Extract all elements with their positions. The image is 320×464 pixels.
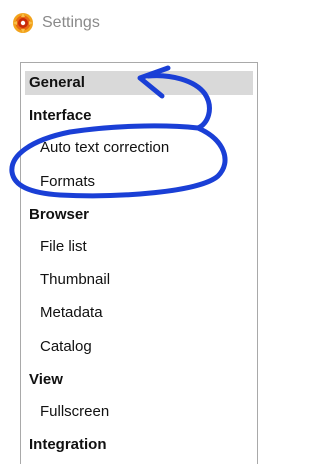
tree-item-label: Fullscreen <box>40 403 110 420</box>
tree-item-formats[interactable]: Formats <box>25 170 253 194</box>
settings-tree-panel: General Interface Auto text correction F… <box>20 62 258 464</box>
tree-item-catalog[interactable]: Catalog <box>25 335 253 359</box>
title-bar: Settings <box>0 0 264 46</box>
tree-item-fullscreen[interactable]: Fullscreen <box>25 400 253 424</box>
tree-item-file-list[interactable]: File list <box>25 235 253 259</box>
tree-item-thumbnail[interactable]: Thumbnail <box>25 268 253 292</box>
tree-item-label: Auto text correction <box>40 139 170 156</box>
tree-item-label: Integration <box>29 436 107 453</box>
settings-window: Settings General Interface Auto text cor… <box>0 0 264 464</box>
tree-item-label: Metadata <box>40 304 103 321</box>
tree-item-metadata[interactable]: Metadata <box>25 301 253 325</box>
tree-item-label: Browser <box>29 206 90 223</box>
tree-item-general[interactable]: General <box>25 71 253 95</box>
tree-item-interface[interactable]: Interface <box>25 104 253 128</box>
tree-item-label: View <box>29 371 63 388</box>
tree-item-label: General <box>29 74 85 91</box>
window-title: Settings <box>42 14 100 31</box>
tree-item-browser[interactable]: Browser <box>25 203 253 227</box>
tree-item-label: Interface <box>29 107 92 124</box>
tree-item-view[interactable]: View <box>25 368 253 392</box>
settings-app-icon <box>12 12 34 34</box>
tree-item-label: Thumbnail <box>40 271 111 288</box>
tree-item-label: Catalog <box>40 338 92 355</box>
tree-item-label: File list <box>40 238 87 255</box>
tree-item-auto-text-correction[interactable]: Auto text correction <box>25 136 253 160</box>
tree-item-integration[interactable]: Integration <box>25 433 253 457</box>
tree-item-label: Formats <box>40 173 96 190</box>
